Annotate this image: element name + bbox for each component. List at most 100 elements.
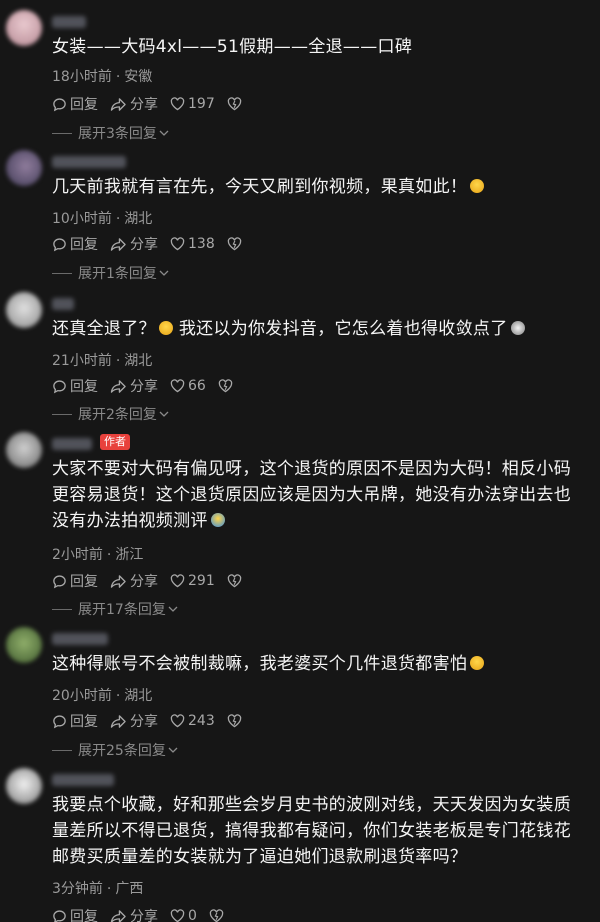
reply-button[interactable]: 回复 xyxy=(52,234,98,254)
like-button[interactable]: 66 xyxy=(170,378,206,394)
dislike-icon xyxy=(209,909,224,922)
expand-replies-label: 展开3条回复 xyxy=(78,126,157,142)
dislike-icon xyxy=(227,237,241,251)
laugh-cry-emoji-icon xyxy=(470,179,485,193)
share-button[interactable]: 分享 xyxy=(110,571,158,591)
comment-text-content: 大家不要对大码有偏见呀，这个退货的原因不是因为大码！相反小码更容易退货！这个退货… xyxy=(52,459,571,531)
dislike-button[interactable] xyxy=(209,909,227,922)
username[interactable] xyxy=(52,633,108,645)
comment-meta: 2小时前 · 浙江 xyxy=(52,547,144,563)
sweat-emoji-icon xyxy=(158,321,173,335)
avatar[interactable] xyxy=(6,150,42,186)
expand-replies[interactable]: 展开1条回复 xyxy=(52,263,169,283)
comment-text: 大家不要对大码有偏见呀，这个退货的原因不是因为大码！相反小码更容易退货！这个退货… xyxy=(52,456,586,534)
comment-location: 安徽 xyxy=(124,69,153,85)
share-label: 分享 xyxy=(130,97,158,113)
like-count: 197 xyxy=(188,96,215,112)
like-button[interactable]: 0 xyxy=(170,908,197,922)
like-count: 0 xyxy=(188,908,197,922)
username[interactable] xyxy=(52,298,74,310)
reply-button[interactable]: 回复 xyxy=(52,711,98,731)
share-button[interactable]: 分享 xyxy=(110,94,158,114)
share-label: 分享 xyxy=(130,237,158,253)
share-button[interactable]: 分享 xyxy=(110,711,158,731)
chevron-down-icon xyxy=(159,411,169,417)
comment-location: 湖北 xyxy=(124,353,153,369)
reply-button[interactable]: 回复 xyxy=(52,94,98,114)
dislike-button[interactable] xyxy=(227,574,245,588)
reply-label: 回复 xyxy=(70,97,98,113)
share-icon xyxy=(110,909,126,922)
dislike-button[interactable] xyxy=(227,237,245,251)
expand-replies-label: 展开1条回复 xyxy=(78,266,157,282)
like-count: 291 xyxy=(188,573,215,589)
share-icon xyxy=(110,714,126,728)
avatar[interactable] xyxy=(6,627,42,663)
avatar[interactable] xyxy=(6,432,42,468)
share-button[interactable]: 分享 xyxy=(110,906,158,922)
comment-time: 2小时前 xyxy=(52,547,103,563)
comment-text: 还真全退了？ 我还以为你发抖音，它怎么着也得收敛点了 xyxy=(52,316,586,342)
comment-icon xyxy=(53,574,66,588)
comment-text-part-1: 还真全退了？ xyxy=(52,319,156,339)
share-button[interactable]: 分享 xyxy=(110,234,158,254)
comment-item: 作者 大家不要对大码有偏见呀，这个退货的原因不是因为大码！相反小码更容易退货！这… xyxy=(0,430,600,622)
expand-replies-label: 展开17条回复 xyxy=(78,602,166,618)
like-button[interactable]: 197 xyxy=(170,96,215,112)
author-badge: 作者 xyxy=(100,434,130,450)
heart-icon xyxy=(170,97,185,111)
share-button[interactable]: 分享 xyxy=(110,376,158,396)
username[interactable] xyxy=(52,156,126,168)
avatar[interactable] xyxy=(6,292,42,328)
expand-replies[interactable]: 展开17条回复 xyxy=(52,599,178,619)
like-count: 243 xyxy=(188,713,215,729)
comment-location: 湖北 xyxy=(124,211,153,227)
reply-button[interactable]: 回复 xyxy=(52,906,98,922)
username[interactable] xyxy=(52,438,92,450)
like-button[interactable]: 243 xyxy=(170,713,215,729)
comment-actions: 回复 分享 291 xyxy=(52,571,245,591)
comment-meta: 21小时前 · 湖北 xyxy=(52,353,153,369)
reply-label: 回复 xyxy=(70,714,98,730)
comment-meta: 3分钟前 · 广西 xyxy=(52,881,144,897)
expand-replies[interactable]: 展开3条回复 xyxy=(52,123,169,143)
dislike-button[interactable] xyxy=(227,97,245,111)
share-label: 分享 xyxy=(130,574,158,590)
heart-icon xyxy=(170,237,185,251)
share-icon xyxy=(110,237,126,251)
dislike-icon xyxy=(218,379,233,393)
comment-text: 这种得账号不会被制裁嘛，我老婆买个几件退货都害怕 xyxy=(52,651,586,677)
chevron-down-icon xyxy=(159,270,169,276)
reply-button[interactable]: 回复 xyxy=(52,571,98,591)
comment-text-content: 几天前我就有言在先，今天又刷到你视频，果真如此！ xyxy=(52,177,468,197)
comment-time: 10小时前 xyxy=(52,211,112,227)
like-button[interactable]: 291 xyxy=(170,573,215,589)
comment-actions: 回复 分享 197 xyxy=(52,94,245,114)
chevron-down-icon xyxy=(168,747,178,753)
username[interactable] xyxy=(52,774,114,786)
like-button[interactable]: 138 xyxy=(170,236,215,252)
share-icon xyxy=(110,379,126,393)
comment-icon xyxy=(53,97,66,111)
chevron-down-icon xyxy=(159,130,169,136)
dislike-button[interactable] xyxy=(227,714,245,728)
comment-text-content: 这种得账号不会被制裁嘛，我老婆买个几件退货都害怕 xyxy=(52,654,468,674)
comment-location: 湖北 xyxy=(124,688,153,704)
expand-replies[interactable]: 展开2条回复 xyxy=(52,404,169,424)
reply-button[interactable]: 回复 xyxy=(52,376,98,396)
comment-time: 18小时前 xyxy=(52,69,112,85)
dislike-icon xyxy=(227,714,241,728)
expand-replies[interactable]: 展开25条回复 xyxy=(52,740,178,760)
username[interactable] xyxy=(52,16,86,28)
dislike-icon xyxy=(227,574,241,588)
dislike-button[interactable] xyxy=(218,379,236,393)
expand-replies-label: 展开25条回复 xyxy=(78,743,166,759)
comment-text: 几天前我就有言在先，今天又刷到你视频，果真如此！ xyxy=(52,174,586,200)
divider xyxy=(52,749,72,751)
avatar[interactable] xyxy=(6,10,42,46)
heart-icon xyxy=(170,574,185,588)
comment-icon xyxy=(53,714,66,728)
avatar[interactable] xyxy=(6,768,42,804)
reply-label: 回复 xyxy=(70,574,98,590)
comment-actions: 回复 分享 138 xyxy=(52,234,245,254)
